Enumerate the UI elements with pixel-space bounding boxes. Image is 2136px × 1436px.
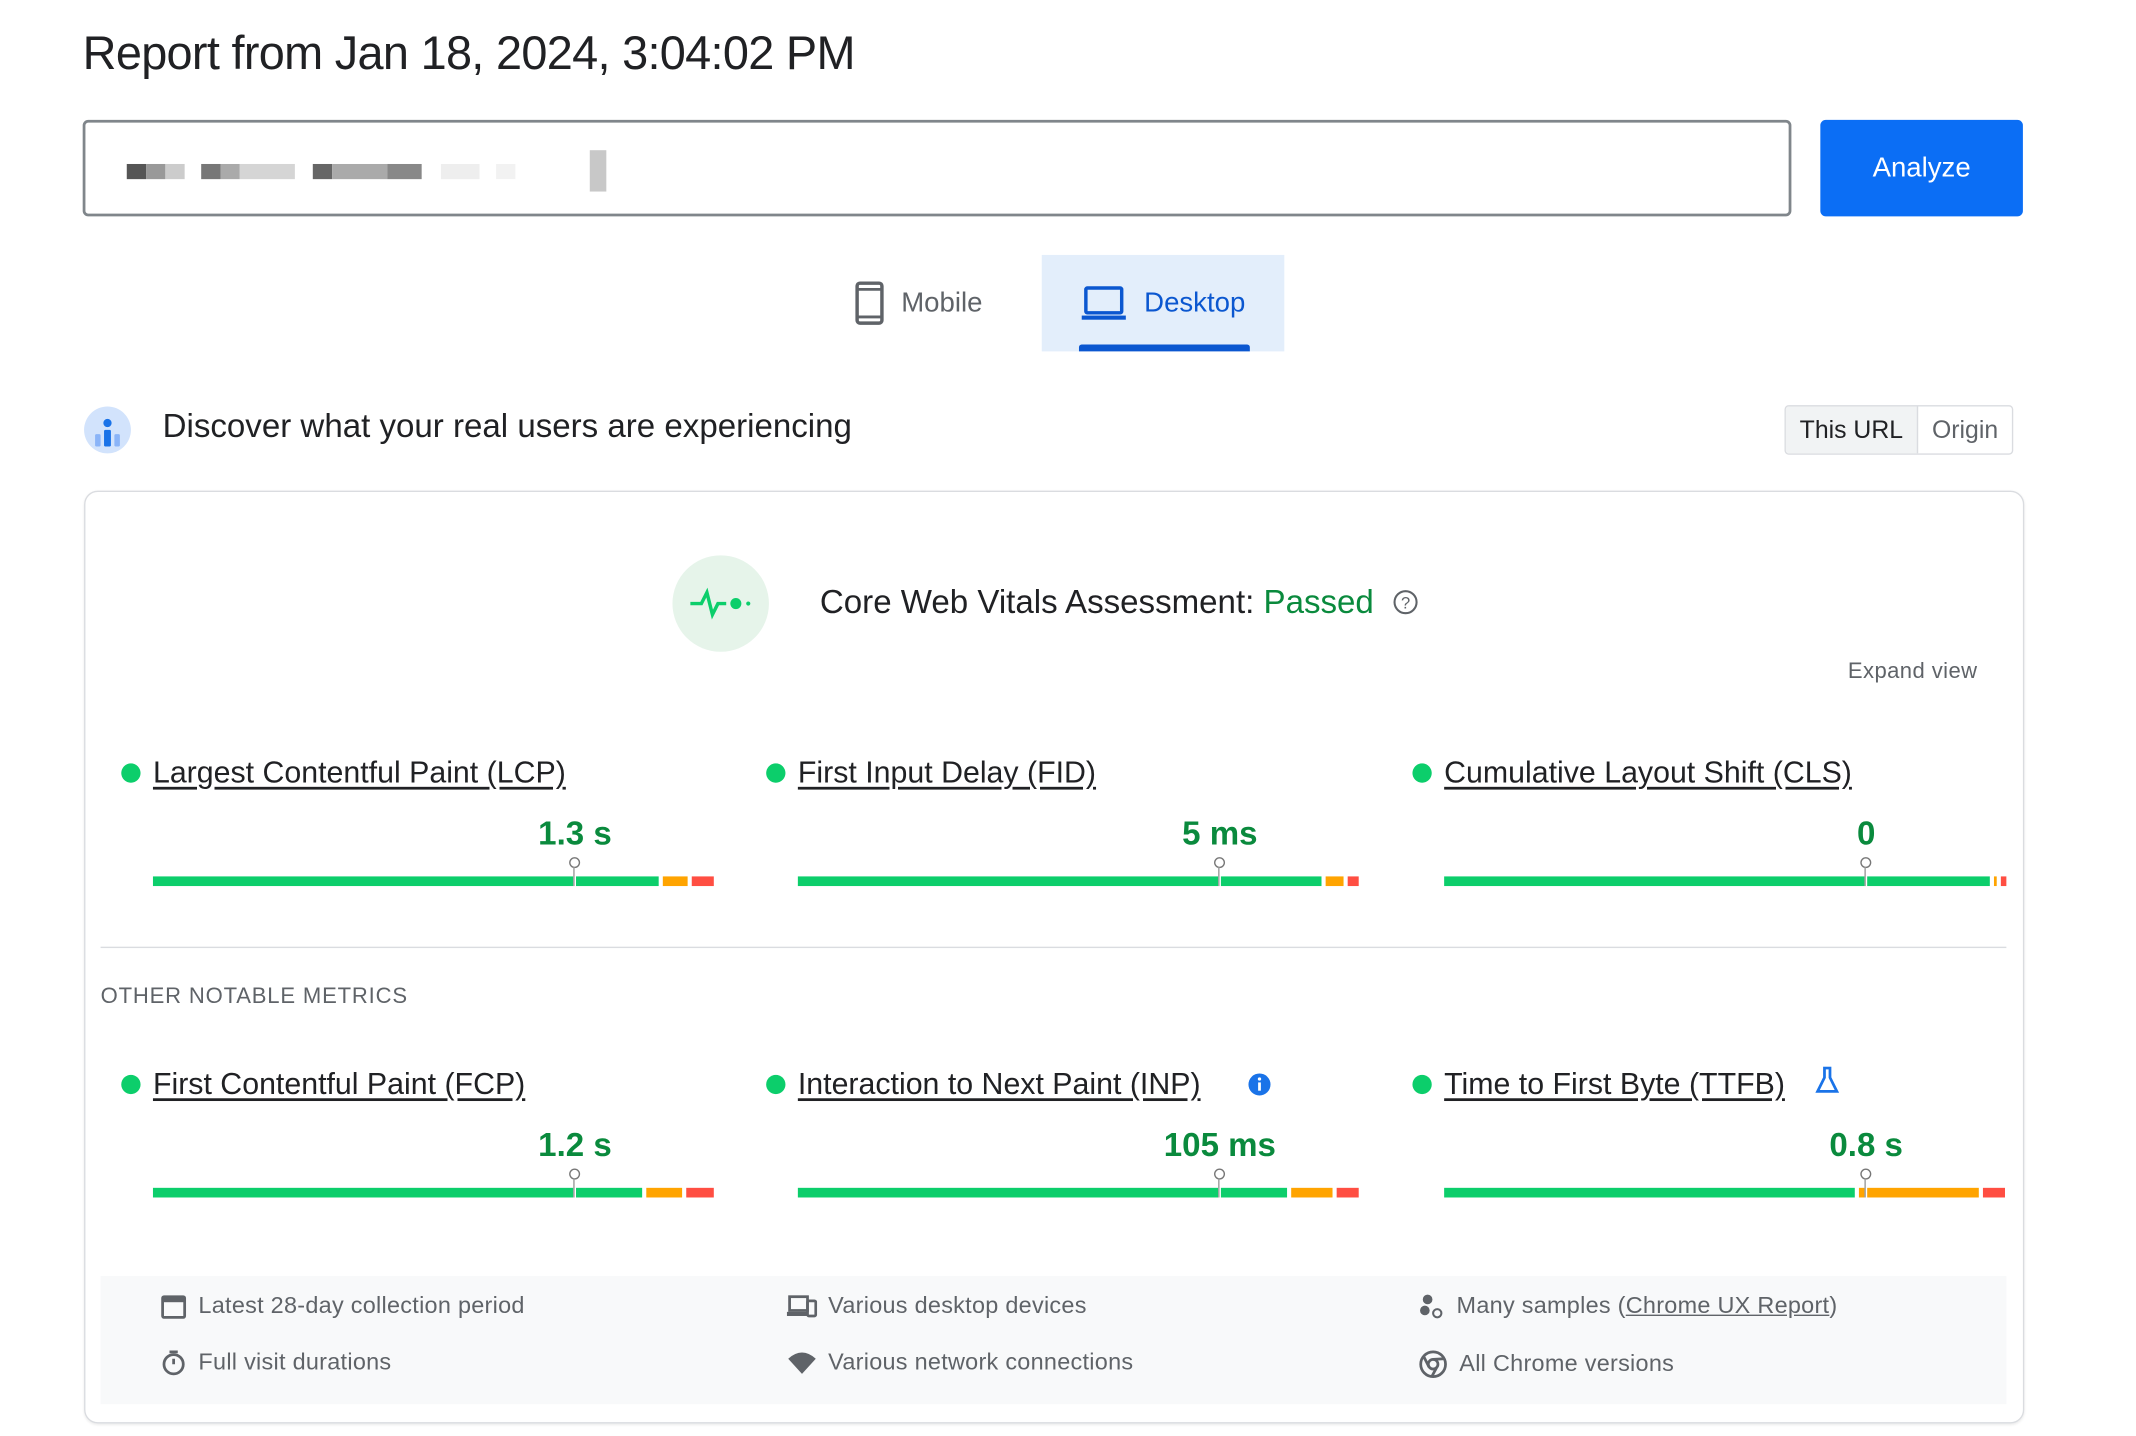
metric-value: 0.8 s <box>1829 1127 1903 1165</box>
bar-segment-needs-improvement <box>1291 1187 1333 1198</box>
bar-segment-good <box>797 876 1321 887</box>
metric-name-link[interactable]: First Input Delay (FID) <box>798 755 1096 791</box>
bar-segment-good <box>152 1187 643 1198</box>
distribution-bar <box>797 857 1359 888</box>
status-dot <box>121 763 141 783</box>
footer-collection-period: Latest 28-day collection period <box>160 1293 525 1321</box>
status-dot <box>1412 763 1432 783</box>
analyze-button[interactable]: Analyze <box>1820 119 2023 217</box>
footer-network: Various network connections <box>787 1349 1134 1377</box>
scope-toggle: This URL Origin <box>1784 405 2014 455</box>
field-data-footer: Latest 28-day collection period Full vis… <box>100 1276 2007 1405</box>
wifi-icon <box>788 1352 816 1374</box>
metric-value: 0 <box>1856 815 1876 853</box>
calendar-icon <box>161 1295 187 1319</box>
help-icon[interactable]: ? <box>1391 588 1419 616</box>
devices-icon <box>786 1295 818 1318</box>
distribution-bar <box>152 857 714 888</box>
bar-segment-needs-improvement <box>1993 876 1997 887</box>
tab-desktop[interactable]: Desktop <box>1041 254 1285 352</box>
metric-name-link[interactable]: Interaction to Next Paint (INP) <box>798 1067 1201 1103</box>
phone-icon <box>855 281 884 325</box>
metric-lcp: Largest Contentful Paint (LCP) 1.3 s <box>121 755 714 893</box>
distribution-bar <box>1444 1168 2005 1199</box>
cwv-assessment-status: Passed <box>1263 584 1374 622</box>
cwv-assessment-label: Core Web Vitals Assessment: <box>819 584 1255 622</box>
metric-fcp: First Contentful Paint (FCP) 1.2 s <box>121 1067 714 1205</box>
status-dot <box>121 1074 141 1095</box>
metric-value: 1.2 s <box>538 1127 612 1165</box>
p75-marker <box>569 1168 581 1199</box>
status-dot <box>766 1074 786 1095</box>
footer-samples: Many samples (Chrome UX Report) <box>1418 1293 1837 1321</box>
page-title: Report from Jan 18, 2024, 3:04:02 PM <box>82 27 856 80</box>
footer-devices: Various desktop devices <box>786 1293 1087 1321</box>
bar-segment-needs-improvement <box>1859 1187 1979 1198</box>
laptop-icon <box>1082 286 1127 320</box>
stopwatch-icon <box>162 1350 185 1376</box>
expand-view-link[interactable]: Expand view <box>1848 660 1978 685</box>
bar-segment-good <box>1444 876 1990 887</box>
bar-segment-poor <box>685 1187 714 1198</box>
tab-mobile[interactable]: Mobile <box>854 255 1033 351</box>
bar-segment-poor <box>1336 1187 1359 1198</box>
samples-icon <box>1420 1294 1443 1319</box>
tab-mobile-label: Mobile <box>901 287 983 318</box>
footer-chrome-versions: All Chrome versions <box>1418 1349 1674 1379</box>
users-icon <box>84 406 131 454</box>
flask-icon <box>1815 1066 1840 1093</box>
bar-segment-poor <box>2000 876 2007 887</box>
cwv-badge <box>672 555 769 652</box>
bar-segment-poor <box>1982 1187 2005 1198</box>
metric-name-link[interactable]: Time to First Byte (TTFB) <box>1444 1067 1785 1103</box>
other-metrics-heading: OTHER NOTABLE METRICS <box>100 985 408 1009</box>
p75-marker <box>569 857 581 888</box>
cwv-assessment: Core Web Vitals Assessment: Passed ? <box>820 584 1419 623</box>
bar-segment-needs-improvement <box>646 1187 682 1198</box>
metric-value: 105 ms <box>1163 1127 1276 1165</box>
chrome-ux-report-link[interactable]: Chrome UX Report <box>1626 1293 1830 1319</box>
bar-segment-good <box>152 876 660 887</box>
scope-this-url[interactable]: This URL <box>1785 406 1919 454</box>
chrome-icon <box>1419 1350 1447 1379</box>
metric-cls: Cumulative Layout Shift (CLS) 0 <box>1412 755 2007 893</box>
status-dot <box>766 763 786 783</box>
metric-name-link[interactable]: Cumulative Layout Shift (CLS) <box>1444 755 1852 791</box>
metric-name-link[interactable]: First Contentful Paint (FCP) <box>153 1067 525 1103</box>
field-data-heading: Discover what your real users are experi… <box>162 407 852 446</box>
bar-segment-good <box>797 1187 1288 1198</box>
bar-segment-good <box>1444 1187 1856 1198</box>
p75-marker <box>1214 1168 1226 1199</box>
p75-marker <box>1860 1168 1872 1199</box>
page: Report from Jan 18, 2024, 3:04:02 PM Ana… <box>0 0 2136 1436</box>
bar-segment-needs-improvement <box>1325 876 1344 887</box>
footer-durations: Full visit durations <box>160 1349 392 1377</box>
scope-origin[interactable]: Origin <box>1918 407 2012 454</box>
active-tab-indicator <box>1078 344 1250 352</box>
distribution-bar <box>1444 857 2007 888</box>
p75-marker <box>1860 857 1872 888</box>
metric-inp: Interaction to Next Paint (INP) 105 ms <box>766 1067 1359 1205</box>
bar-segment-needs-improvement <box>663 876 688 887</box>
bar-segment-poor <box>1347 876 1359 887</box>
p75-marker <box>1214 857 1226 888</box>
heartbeat-icon <box>690 587 751 620</box>
metric-name-link[interactable]: Largest Contentful Paint (LCP) <box>153 755 566 791</box>
metric-value: 5 ms <box>1182 815 1258 853</box>
metric-value: 1.3 s <box>538 815 612 853</box>
metric-fid: First Input Delay (FID) 5 ms <box>766 755 1359 893</box>
svg-text:?: ? <box>1400 593 1409 612</box>
url-input[interactable] <box>82 119 1792 217</box>
distribution-bar <box>797 1168 1359 1199</box>
divider <box>100 946 2007 949</box>
status-dot <box>1412 1074 1432 1095</box>
distribution-bar <box>152 1168 714 1199</box>
metric-ttfb: Time to First Byte (TTFB) 0.8 s <box>1412 1066 2005 1205</box>
bar-segment-poor <box>691 876 714 887</box>
info-icon[interactable] <box>1247 1072 1272 1097</box>
tab-desktop-label: Desktop <box>1144 287 1246 318</box>
